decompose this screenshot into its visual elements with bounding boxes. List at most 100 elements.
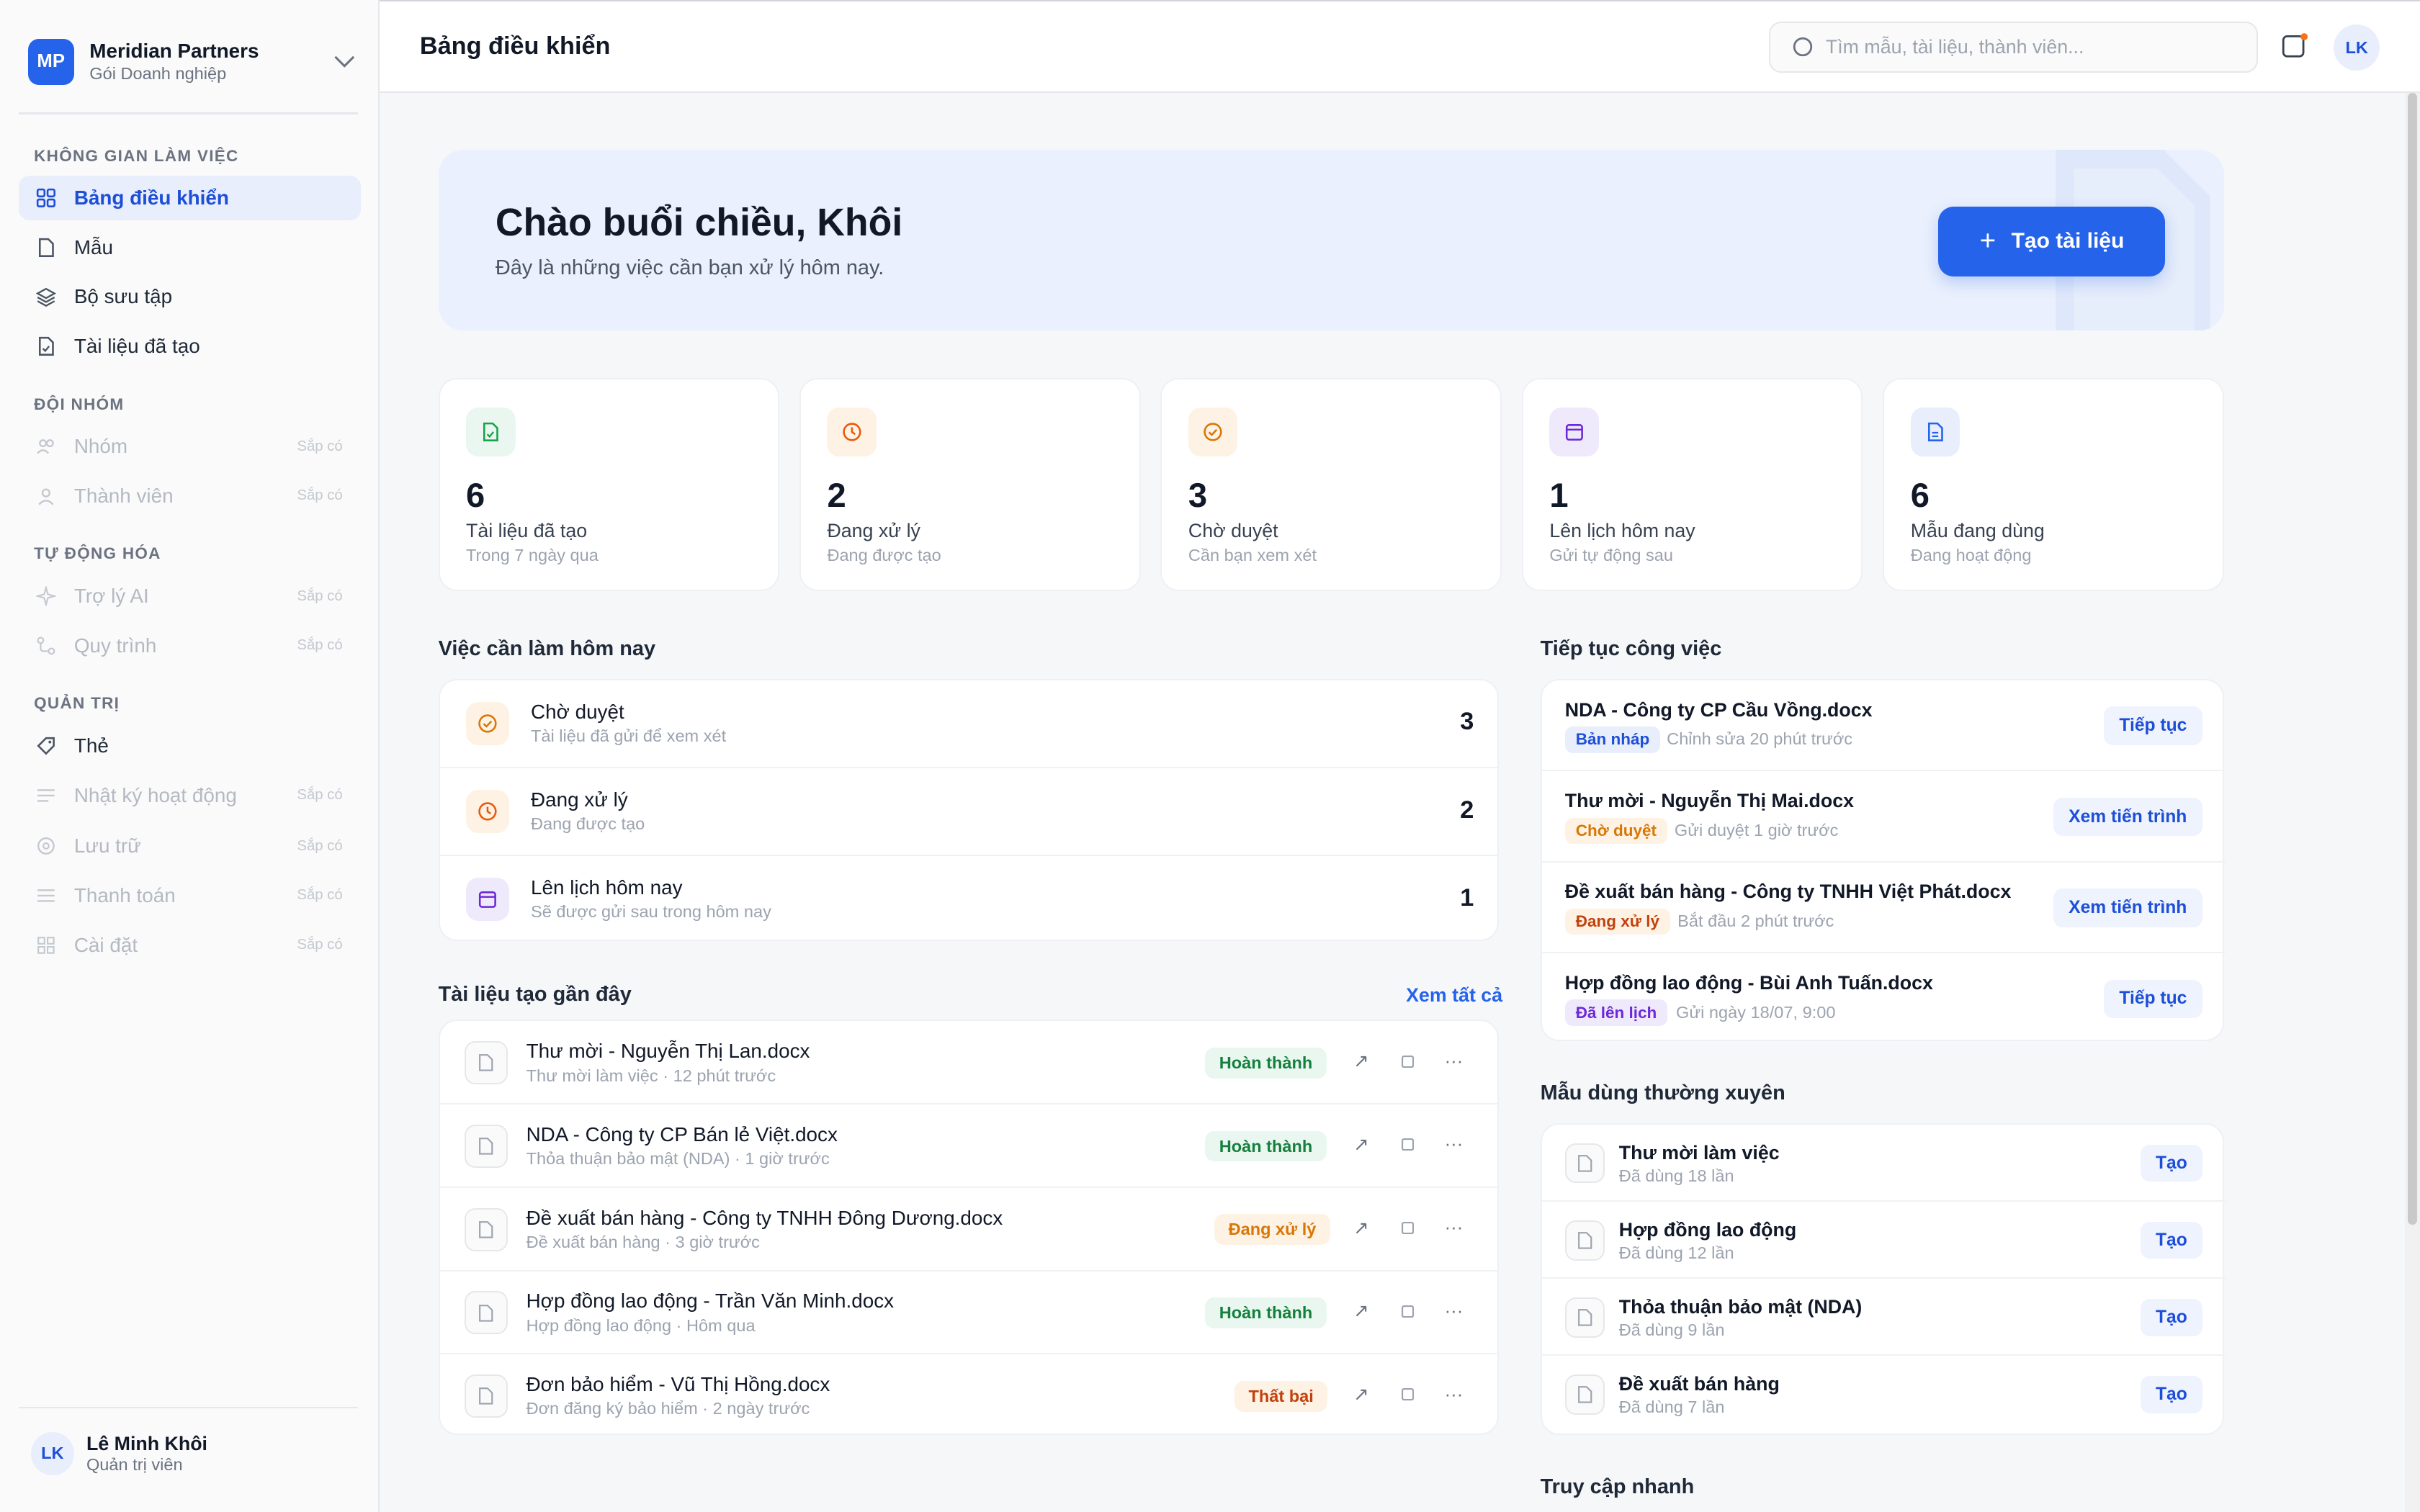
workspace-switcher[interactable]: MP Meridian Partners Gói Doanh nghiệp xyxy=(27,37,359,86)
stat-card-processing[interactable]: 2 Đang xử lý Đang được tạo xyxy=(799,378,1141,591)
table-row[interactable]: Thư mời - Nguyễn Thị Lan.docx Thư mời là… xyxy=(439,1021,1499,1105)
todo-item-processing[interactable]: Đang xử lý Đang được tạo 2 xyxy=(439,768,1499,857)
table-row[interactable]: Đơn bảo hiểm - Vũ Thị Hồng.docx Đơn đăng… xyxy=(440,1354,1499,1438)
more-icon[interactable]: ··· xyxy=(1440,1131,1468,1159)
templates-card: Thư mời làm việc Đã dùng 18 lần Tạo Hợp … xyxy=(1540,1123,2226,1435)
copy-icon[interactable] xyxy=(1394,1048,1422,1076)
doc-title[interactable]: Hợp đồng lao động - Trần Văn Minh.docx xyxy=(526,1290,894,1313)
continue-button[interactable]: Tiếp tục xyxy=(2103,979,2202,1019)
todo-item-pending[interactable]: Chờ duyệt Tài liệu đã gửi để xem xét 3 xyxy=(439,680,1499,769)
doc-title[interactable]: Hợp đồng lao động - Bùi Anh Tuấn.docx xyxy=(1565,972,1933,994)
doc-title[interactable]: Đề xuất bán hàng - Công ty TNHH Việt Phá… xyxy=(1565,881,2012,903)
workspace-logo: MP xyxy=(27,38,74,85)
layers-icon xyxy=(35,286,57,307)
copy-icon[interactable] xyxy=(1394,1297,1422,1326)
table-row[interactable]: Hợp đồng lao động - Trần Văn Minh.docx H… xyxy=(439,1272,1499,1355)
notification-icon[interactable] xyxy=(2281,32,2309,60)
stat-card-active-templates[interactable]: 6 Mẫu đang dùng Đang hoạt động xyxy=(1883,378,2224,591)
list-item[interactable]: Đề xuất bán hàng Đã dùng 7 lần Tạo xyxy=(1542,1356,2226,1433)
open-icon[interactable]: ↗ xyxy=(1348,1214,1376,1242)
page-title: Bảng điều khiển xyxy=(419,32,611,60)
open-icon[interactable]: ↗ xyxy=(1348,1381,1376,1409)
search-box[interactable] xyxy=(1768,21,2259,73)
create-from-template-button[interactable]: Tạo xyxy=(2141,1222,2202,1259)
doc-title[interactable]: NDA - Công ty CP Cầu Vồng.docx xyxy=(1565,699,1873,721)
open-icon[interactable]: ↗ xyxy=(1348,1131,1376,1159)
sparkle-icon xyxy=(35,585,57,607)
clock-icon xyxy=(466,790,509,834)
search-input[interactable] xyxy=(1825,35,2228,58)
sidebar-item-members: Thành viên Sắp có xyxy=(19,474,362,518)
avatar[interactable]: LK xyxy=(2334,24,2380,71)
list-item[interactable]: Thư mời làm việc Đã dùng 18 lần Tạo xyxy=(1541,1125,2226,1202)
section-title-recent: Tài liệu tạo gần đây xyxy=(438,983,632,1007)
stat-value: 6 xyxy=(466,475,485,514)
doc-subtitle: Đơn đăng ký bảo hiểm · 2 ngày trước xyxy=(526,1399,810,1418)
view-progress-button[interactable]: Xem tiến trình xyxy=(2053,888,2202,927)
open-icon[interactable]: ↗ xyxy=(1348,1297,1376,1326)
more-icon[interactable]: ··· xyxy=(1440,1381,1468,1409)
template-title: Hợp đồng lao động xyxy=(1618,1218,1797,1241)
user-profile[interactable]: LK Lê Minh Khôi Quản trị viên xyxy=(30,1431,207,1475)
sidebar-item-label: Nhật ký hoạt động xyxy=(73,783,237,806)
doc-title[interactable]: Thư mời - Nguyễn Thị Mai.docx xyxy=(1565,790,1854,812)
create-from-template-button[interactable]: Tạo xyxy=(2141,1144,2202,1182)
list-item[interactable]: Đề xuất bán hàng - Công ty TNHH Việt Phá… xyxy=(1541,863,2226,954)
stat-card-created[interactable]: 6 Tài liệu đã tạo Trong 7 ngày qua xyxy=(438,378,780,591)
doc-title[interactable]: Đề xuất bán hàng - Công ty TNHH Đông Dươ… xyxy=(526,1207,1003,1230)
copy-icon[interactable] xyxy=(1394,1131,1422,1159)
copy-icon[interactable] xyxy=(1394,1381,1422,1409)
todo-item-scheduled[interactable]: Lên lịch hôm nay Sẽ được gửi sau trong h… xyxy=(440,856,1499,944)
coming-soon-badge: Sắp có xyxy=(297,837,343,854)
table-row[interactable]: NDA - Công ty CP Bán lẻ Việt.docx Thỏa t… xyxy=(439,1104,1499,1188)
table-row[interactable]: Đề xuất bán hàng - Công ty TNHH Đông Dươ… xyxy=(439,1188,1499,1272)
create-document-button[interactable]: + Tạo tài liệu xyxy=(1938,207,2166,276)
doc-time: Bắt đầu 2 phút trước xyxy=(1677,912,1834,931)
view-progress-button[interactable]: Xem tiến trình xyxy=(2053,797,2202,837)
status-badge: Đã lên lịch xyxy=(1564,999,1668,1026)
open-icon[interactable]: ↗ xyxy=(1348,1048,1376,1076)
sidebar-item-tags[interactable]: Thẻ xyxy=(19,724,362,768)
create-from-template-button[interactable]: Tạo xyxy=(2141,1299,2202,1336)
doc-title[interactable]: NDA - Công ty CP Bán lẻ Việt.docx xyxy=(526,1123,838,1146)
list-item[interactable]: Thỏa thuận bảo mật (NDA) Đã dùng 9 lần T… xyxy=(1541,1279,2226,1356)
doc-title[interactable]: Đơn bảo hiểm - Vũ Thị Hồng.docx xyxy=(526,1373,830,1396)
stat-value: 1 xyxy=(1549,475,1569,514)
doc-title[interactable]: Thư mời - Nguyễn Thị Lan.docx xyxy=(526,1040,810,1063)
avatar: LK xyxy=(30,1431,74,1475)
list-item[interactable]: Thư mời - Nguyễn Thị Mai.docx Chờ duyệt … xyxy=(1541,771,2226,863)
scrollbar[interactable] xyxy=(2404,92,2420,1512)
stat-card-pending[interactable]: 3 Chờ duyệt Cần bạn xem xét xyxy=(1160,378,1502,591)
stat-label: Chờ duyệt xyxy=(1188,520,1278,541)
todo-count: 2 xyxy=(1460,796,1474,824)
more-icon[interactable]: ··· xyxy=(1440,1048,1468,1076)
stat-subtext: Trong 7 ngày qua xyxy=(466,546,599,565)
list-item[interactable]: NDA - Công ty CP Cầu Vồng.docx Bản nháp … xyxy=(1541,680,2226,772)
sidebar-item-collections[interactable]: Bộ sưu tập xyxy=(19,274,362,319)
list-item[interactable]: Hợp đồng lao động Đã dùng 12 lần Tạo xyxy=(1541,1202,2226,1279)
stat-card-scheduled[interactable]: 1 Lên lịch hôm nay Gửi tự động sau xyxy=(1521,378,1863,591)
continue-card: NDA - Công ty CP Cầu Vồng.docx Bản nháp … xyxy=(1540,678,2226,1044)
more-icon[interactable]: ··· xyxy=(1440,1297,1468,1326)
sidebar-item-label: Nhóm xyxy=(73,435,128,458)
template-usage: Đã dùng 9 lần xyxy=(1618,1320,1725,1340)
sidebar-item-dashboard[interactable]: Bảng điều khiển xyxy=(18,176,362,221)
search-icon xyxy=(1793,37,1812,57)
copy-icon[interactable] xyxy=(1394,1214,1422,1242)
view-all-link[interactable]: Xem tất cả xyxy=(1406,984,1502,1007)
section-label-automation: TỰ ĐỘNG HÓA xyxy=(34,544,161,563)
create-from-template-button[interactable]: Tạo xyxy=(2141,1376,2202,1413)
continue-button[interactable]: Tiếp tục xyxy=(2103,706,2202,745)
status-badge: Bản nháp xyxy=(1564,726,1661,753)
scrollbar-thumb[interactable] xyxy=(2407,92,2417,1225)
sidebar-item-label: Thành viên xyxy=(73,484,174,507)
todo-title: Chờ duyệt xyxy=(531,700,624,723)
list-item[interactable]: Hợp đồng lao động - Bùi Anh Tuấn.docx Đã… xyxy=(1542,953,2226,1044)
list-icon xyxy=(35,785,57,806)
status-badge: Thất bại xyxy=(1234,1380,1328,1412)
sidebar-item-created-docs[interactable]: Tài liệu đã tạo xyxy=(19,324,362,369)
chevron-down-icon[interactable] xyxy=(331,48,359,76)
sidebar-item-templates[interactable]: Mẫu xyxy=(19,225,362,270)
more-icon[interactable]: ··· xyxy=(1440,1214,1468,1242)
greeting-subtitle: Đây là những việc cần bạn xử lý hôm nay. xyxy=(495,256,884,279)
